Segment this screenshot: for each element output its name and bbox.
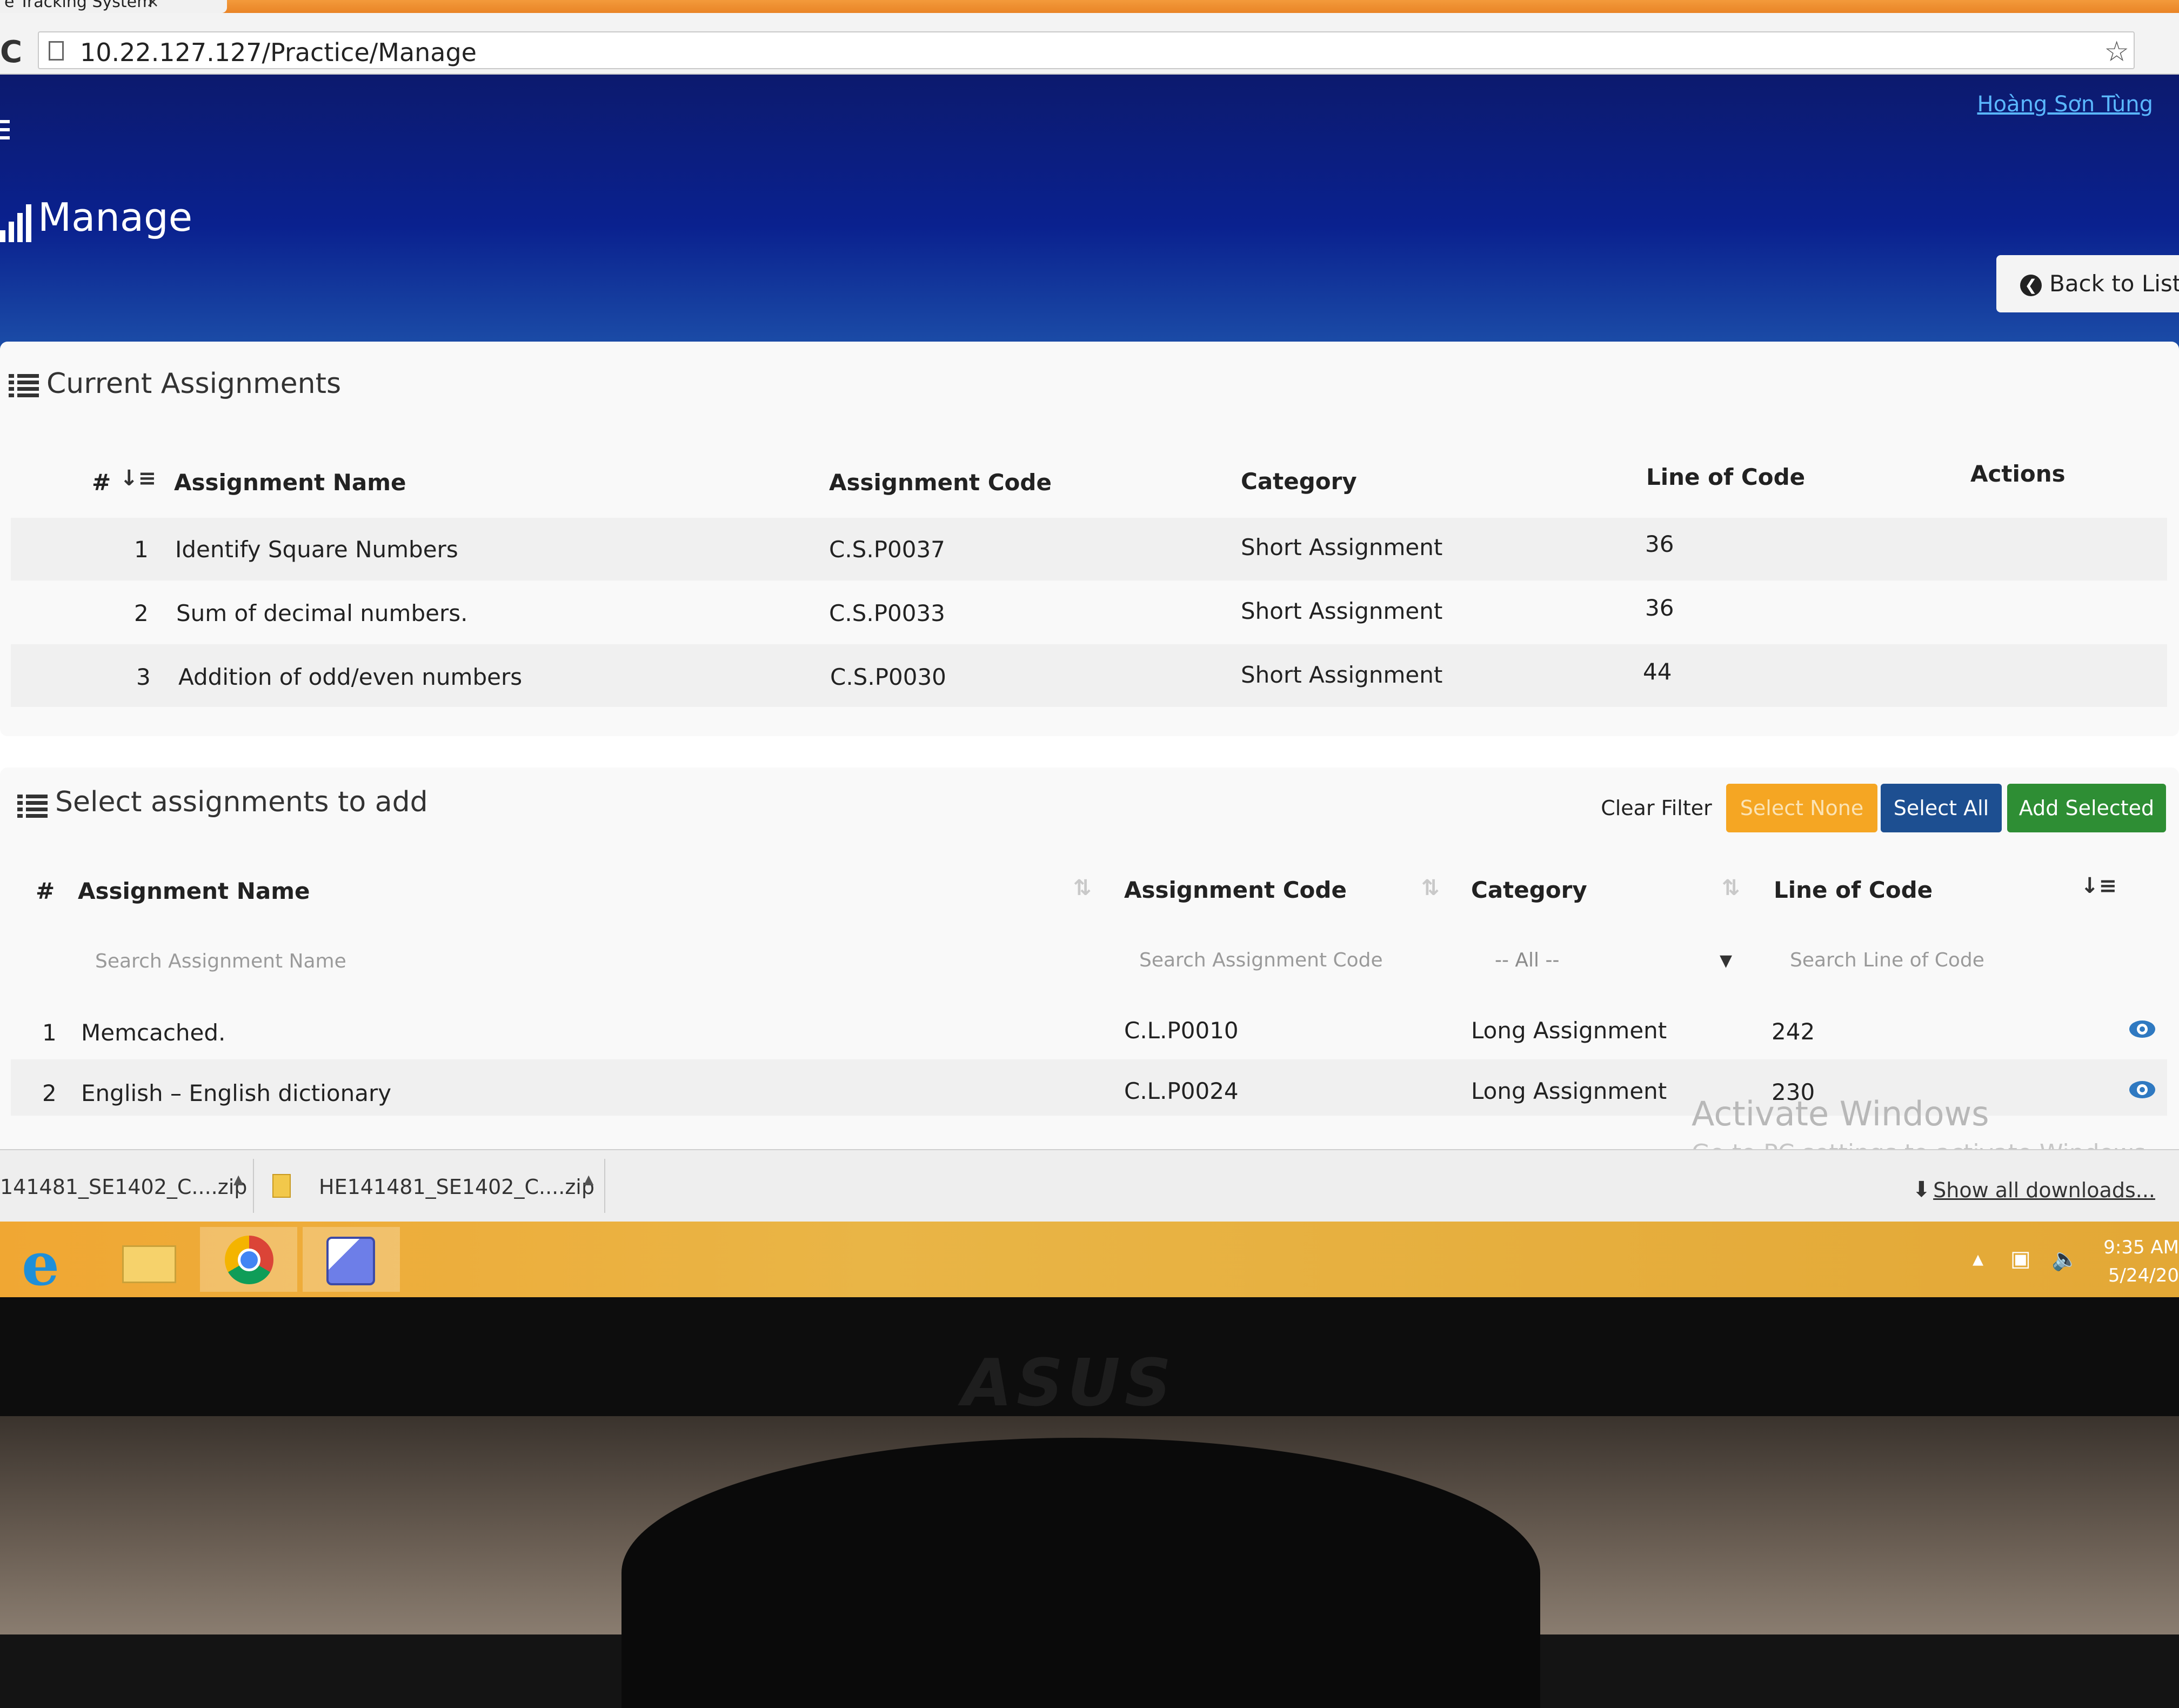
col-header-code[interactable]: Assignment Code — [1124, 877, 1347, 903]
list-icon — [17, 795, 48, 818]
row-category: Short Assignment — [1241, 598, 1443, 624]
tab-close-icon[interactable]: × — [146, 0, 159, 11]
col-header-category[interactable]: Category — [1471, 877, 1587, 903]
download-bar: 141481_SE1402_C....zip ▲ HE141481_SE1402… — [0, 1149, 2179, 1223]
row-code: C.S.P0037 — [829, 536, 945, 563]
row-code: C.S.P0033 — [829, 600, 945, 626]
row-code: C.S.P0030 — [830, 664, 946, 690]
col-header-actions: Actions — [1970, 461, 2066, 487]
user-link[interactable]: Hoàng Sơn Tùng — [1977, 92, 2154, 117]
sort-icon[interactable]: ⇅ — [1073, 876, 1092, 900]
row-name: English – English dictionary — [81, 1080, 392, 1106]
col-header-name[interactable]: Assignment Name — [174, 469, 406, 496]
row-code: C.L.P0010 — [1124, 1017, 1239, 1044]
url-field[interactable]: 10.22.127.127/Practice/Manage ☆ — [38, 31, 2135, 69]
chevron-down-icon[interactable]: ▲ — [584, 1172, 593, 1187]
sort-asc-icon[interactable]: ↓≡ — [120, 466, 156, 491]
back-arrow-icon: ❮ — [2020, 274, 2042, 296]
select-none-button[interactable]: Select None — [1726, 784, 1877, 832]
sort-icon[interactable]: ⇅ — [1421, 876, 1440, 900]
select-all-button[interactable]: Select All — [1881, 784, 2002, 832]
tab-title: e Tracking System — [4, 0, 153, 11]
monitor-stand — [621, 1438, 1540, 1708]
show-all-downloads-link[interactable]: Show all downloads... — [1933, 1178, 2155, 1202]
row-name: Memcached. — [81, 1019, 226, 1046]
row-num: 3 — [136, 664, 151, 690]
activate-windows-watermark: Activate Windows — [1692, 1094, 1989, 1133]
bar-chart-icon — [0, 204, 31, 242]
url-text: 10.22.127.127/Practice/Manage — [80, 38, 477, 67]
chevron-down-icon[interactable]: ▲ — [233, 1172, 243, 1187]
clear-filter-button[interactable]: Clear Filter — [1589, 784, 1724, 832]
col-header-code[interactable]: Assignment Code — [829, 469, 1052, 496]
search-loc-input[interactable]: Search Line of Code — [1790, 949, 1984, 971]
row-category: Long Assignment — [1471, 1017, 1667, 1044]
zip-file-icon — [272, 1174, 291, 1198]
sort-icon[interactable]: ⇅ — [1722, 876, 1740, 900]
app-cube-icon[interactable] — [303, 1227, 400, 1292]
row-name: Addition of odd/even numbers — [178, 664, 523, 690]
col-header-num: # — [36, 878, 55, 904]
tray-chevron-icon[interactable]: ▴ — [1973, 1246, 1983, 1271]
row-num: 2 — [134, 600, 149, 626]
sort-desc-icon[interactable]: ↓≡ — [2081, 873, 2117, 898]
file-explorer-icon[interactable] — [108, 1227, 205, 1292]
row-category: Short Assignment — [1241, 662, 1443, 688]
row-code: C.L.P0024 — [1124, 1078, 1239, 1104]
bookmark-star-icon[interactable]: ☆ — [2104, 36, 2129, 68]
screen: e Tracking System × C 10.22.127.127/Prac… — [0, 0, 2179, 1297]
row-name: Identify Square Numbers — [175, 536, 458, 563]
row-loc: 242 — [1772, 1018, 1815, 1045]
view-eye-icon[interactable] — [2129, 1081, 2155, 1098]
row-loc: 44 — [1643, 658, 1672, 685]
row-num: 1 — [42, 1019, 57, 1046]
search-name-input[interactable]: Search Assignment Name — [95, 950, 346, 972]
clock-date: 5/24/20 — [2108, 1265, 2179, 1286]
col-header-category[interactable]: Category — [1241, 468, 1357, 495]
row-category: Long Assignment — [1471, 1078, 1667, 1104]
monitor-brand-logo: ASUS — [962, 1346, 1176, 1421]
internet-explorer-icon[interactable]: e — [5, 1227, 103, 1297]
download-filename: 141481_SE1402_C....zip — [0, 1175, 248, 1199]
panel-title: Current Assignments — [46, 368, 342, 400]
taskbar: e ▴ ▣ 🔈 9:35 AM 5/24/20 — [0, 1222, 2179, 1297]
chrome-icon[interactable] — [200, 1227, 297, 1292]
search-code-input[interactable]: Search Assignment Code — [1139, 949, 1383, 971]
menu-icon[interactable] — [0, 120, 10, 143]
reload-icon[interactable]: C — [0, 35, 22, 70]
back-button-label: Back to List — [2049, 270, 2179, 297]
back-to-list-button[interactable]: ❮ Back to List — [1996, 255, 2179, 312]
page-title: Manage — [38, 195, 192, 240]
col-header-name[interactable]: Assignment Name — [78, 878, 310, 904]
chevron-down-icon[interactable]: ▼ — [1720, 951, 1732, 970]
download-item[interactable]: 141481_SE1402_C....zip ▲ — [0, 1159, 254, 1213]
list-icon — [9, 374, 39, 398]
col-header-loc[interactable]: Line of Code — [1774, 877, 1933, 903]
volume-icon[interactable]: 🔈 — [2051, 1246, 2078, 1272]
col-header-num: # — [92, 469, 111, 496]
browser-tab[interactable]: e Tracking System × — [0, 0, 227, 13]
address-bar: C 10.22.127.127/Practice/Manage ☆ — [0, 13, 2179, 75]
download-icon: ⬇ — [1912, 1177, 1930, 1202]
col-header-loc[interactable]: Line of Code — [1646, 464, 1805, 490]
page-header: Hoàng Sơn Tùng Manage ❮ Back to List — [0, 75, 2179, 350]
browser-tabstrip — [0, 0, 2179, 13]
add-selected-button[interactable]: Add Selected — [2007, 784, 2166, 832]
row-num: 2 — [42, 1080, 57, 1106]
download-item[interactable]: HE141481_SE1402_C....zip ▲ — [259, 1159, 605, 1213]
network-icon[interactable]: ▣ — [2010, 1246, 2031, 1271]
clock[interactable]: 9:35 AM 5/24/20 — [2103, 1233, 2179, 1290]
row-loc: 36 — [1645, 595, 1674, 621]
row-category: Short Assignment — [1241, 534, 1443, 561]
panel-title: Select assignments to add — [55, 786, 428, 818]
current-assignments-panel: Current Assignments # ↓≡ Assignment Name… — [0, 342, 2179, 736]
clock-time: 9:35 AM — [2103, 1237, 2179, 1258]
category-select[interactable]: -- All -- — [1495, 949, 1559, 971]
row-num: 1 — [134, 536, 149, 563]
page-icon — [49, 41, 64, 61]
download-filename: HE141481_SE1402_C....zip — [319, 1175, 594, 1199]
row-name: Sum of decimal numbers. — [176, 600, 468, 626]
view-eye-icon[interactable] — [2129, 1020, 2155, 1038]
row-loc: 36 — [1645, 531, 1674, 557]
